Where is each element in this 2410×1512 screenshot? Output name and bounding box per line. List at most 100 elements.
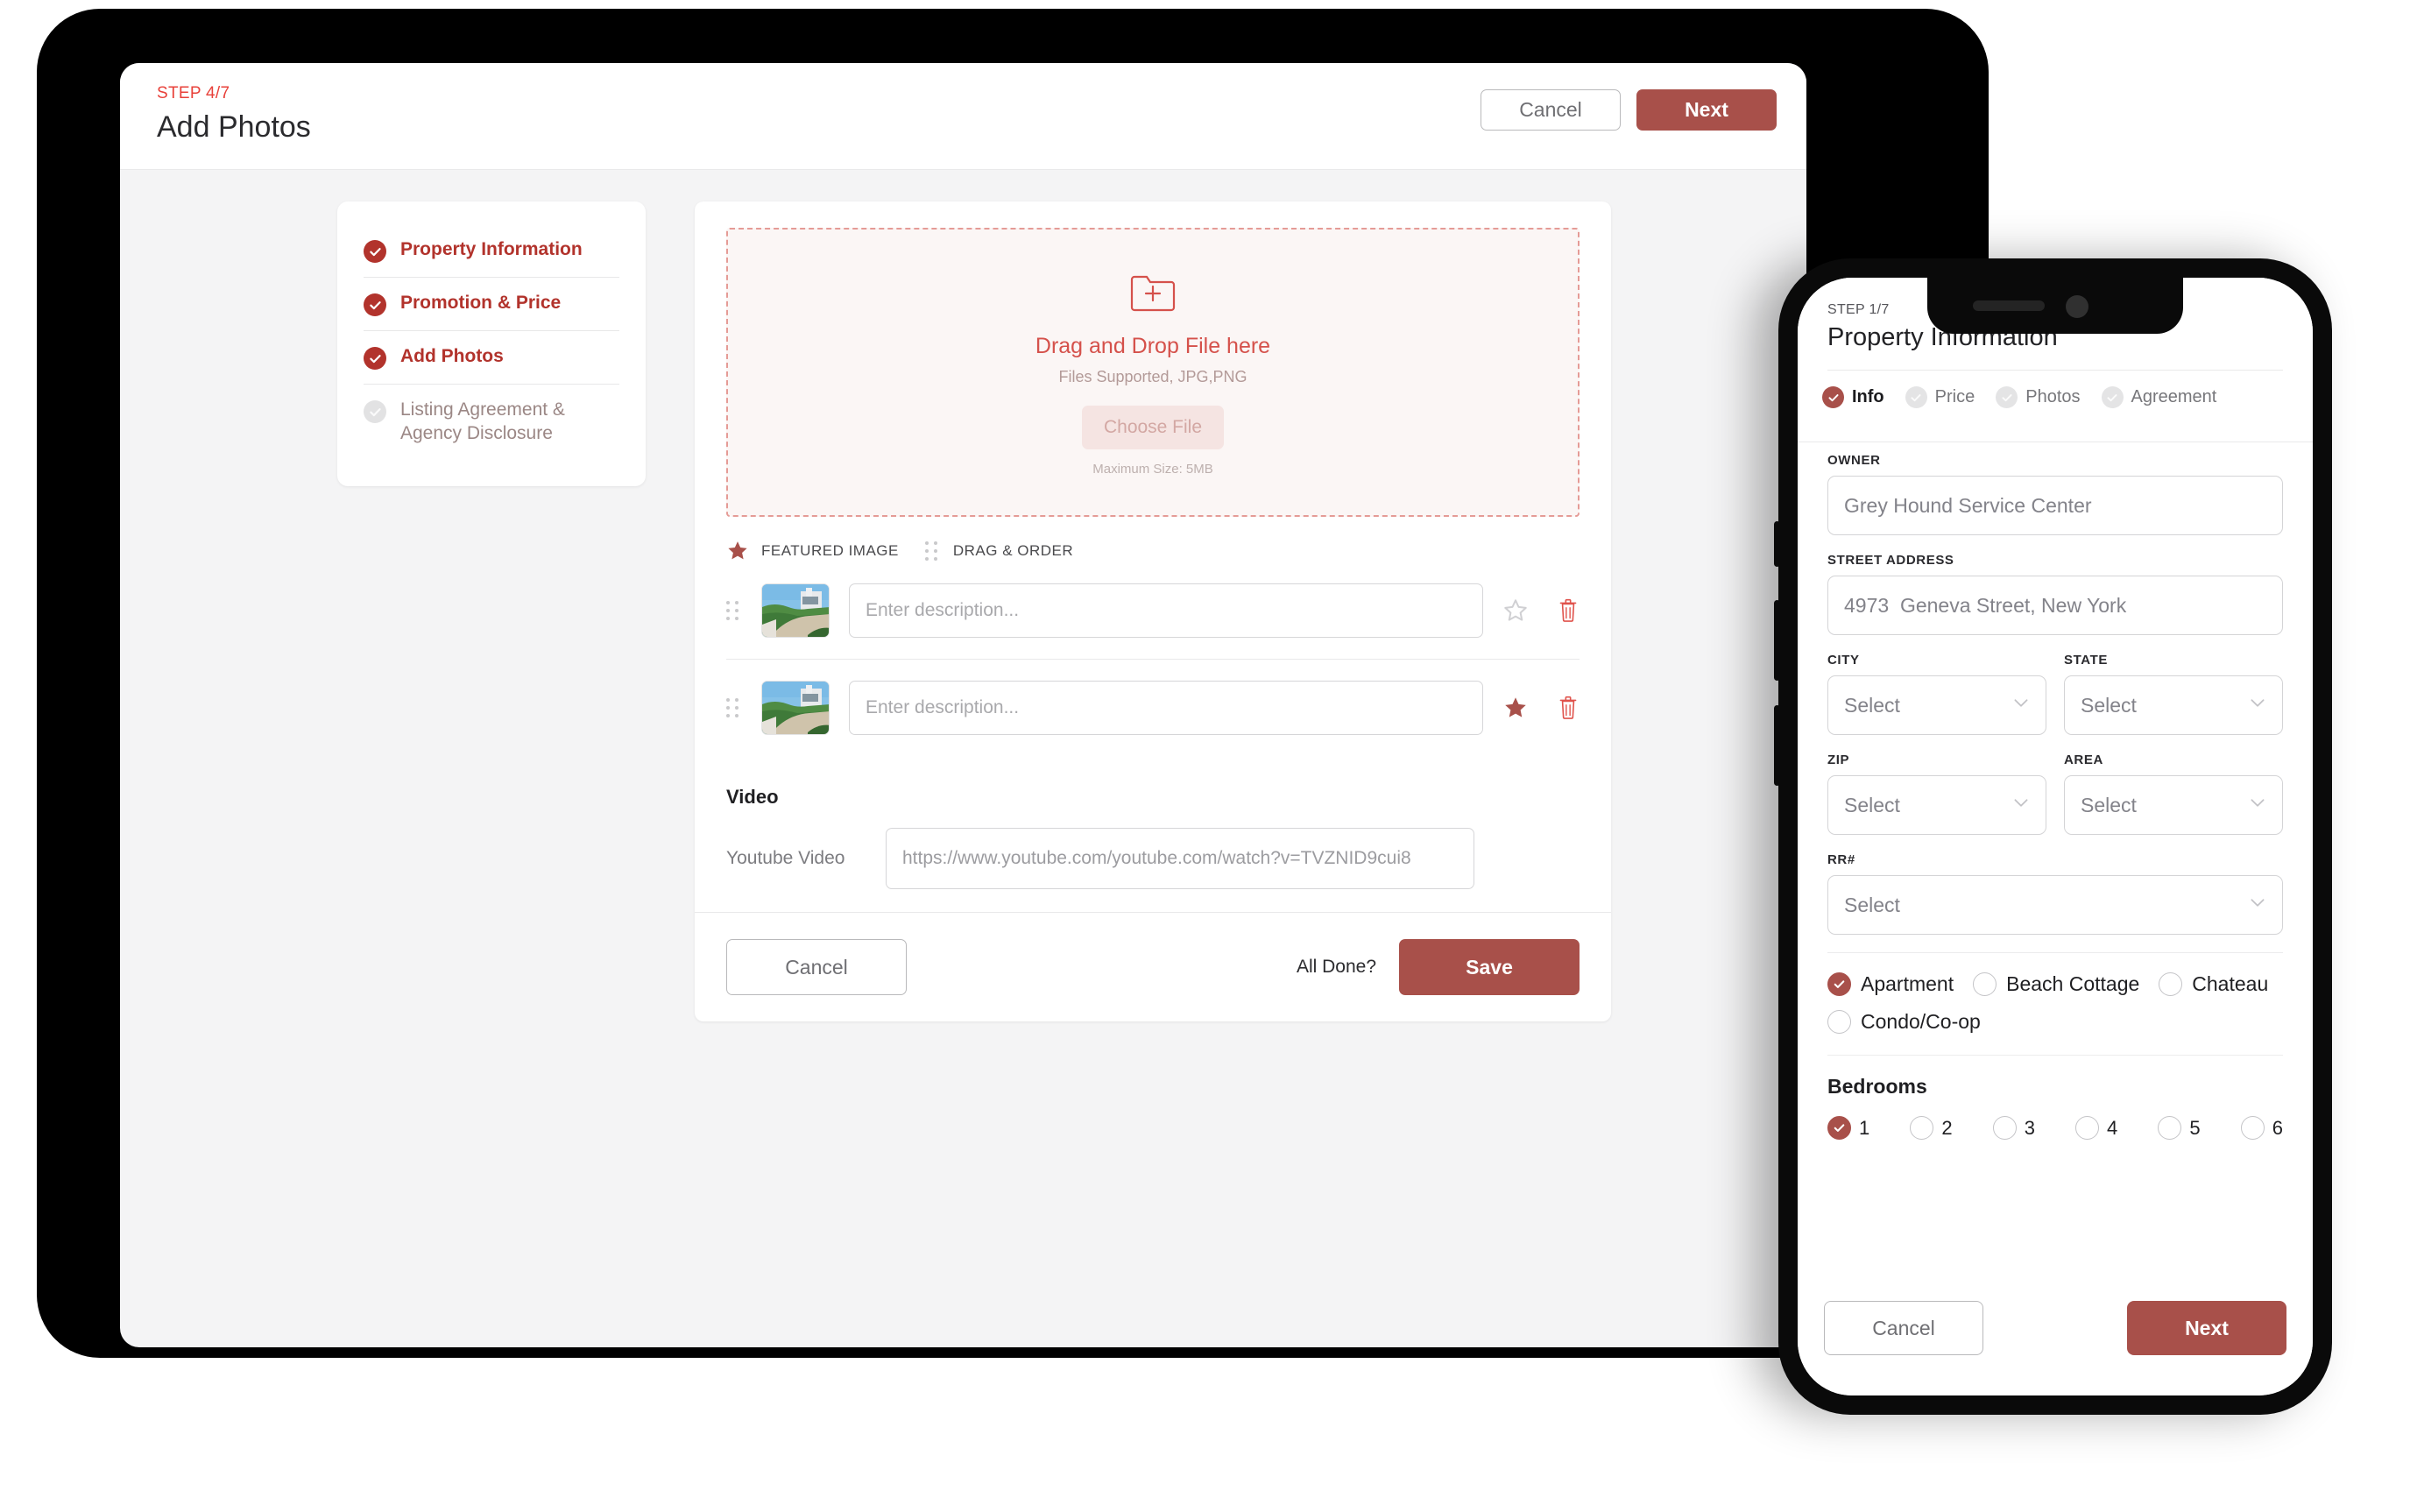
earpiece-speaker-icon xyxy=(1973,300,2045,311)
star-filled-icon[interactable] xyxy=(1502,695,1529,721)
property-type-label: Beach Cottage xyxy=(2006,972,2140,995)
phone-silence-switch xyxy=(1774,521,1780,567)
tablet-header: STEP 4/7 Add Photos Cancel Next xyxy=(120,63,1806,170)
delete-icon[interactable] xyxy=(1557,695,1580,721)
state-select[interactable] xyxy=(2064,675,2283,735)
folder-plus-icon xyxy=(1128,269,1177,318)
step-label: Promotion & Price xyxy=(400,293,562,313)
owner-input[interactable] xyxy=(1827,476,2283,535)
tablet-header-cancel-button[interactable]: Cancel xyxy=(1481,89,1621,131)
radio-unselected-icon xyxy=(1827,1010,1851,1034)
area-select[interactable] xyxy=(2064,775,2283,835)
city-field: CITY xyxy=(1827,653,2046,735)
bedrooms-option-5[interactable]: 5 xyxy=(2158,1116,2201,1140)
tablet-screen: STEP 4/7 Add Photos Cancel Next Property… xyxy=(120,63,1806,1347)
tablet-device-frame: STEP 4/7 Add Photos Cancel Next Property… xyxy=(37,9,1989,1358)
property-type-divider xyxy=(1827,952,2283,953)
panel-cancel-button[interactable]: Cancel xyxy=(726,939,907,995)
delete-icon[interactable] xyxy=(1557,597,1580,624)
check-circle-icon xyxy=(2101,386,2124,408)
photo-thumbnail[interactable] xyxy=(761,583,830,638)
state-label: STATE xyxy=(2064,653,2108,668)
bedrooms-option-6[interactable]: 6 xyxy=(2240,1116,2283,1140)
video-section-title: Video xyxy=(726,786,779,808)
step-item-property-information[interactable]: Property Information xyxy=(364,224,619,277)
tab-label: Photos xyxy=(2025,387,2081,406)
radio-unselected-icon xyxy=(1910,1116,1934,1140)
phone-tabs: Info Price Photos Agreement xyxy=(1798,371,2313,424)
rr-select[interactable] xyxy=(1827,875,2283,935)
phone-cancel-button[interactable]: Cancel xyxy=(1824,1301,1983,1355)
tab-photos[interactable]: Photos xyxy=(1996,386,2081,408)
area-field: AREA xyxy=(2064,752,2283,835)
photo-description-input[interactable] xyxy=(849,681,1483,735)
photo-thumbnail[interactable] xyxy=(761,681,830,735)
star-outline-icon[interactable] xyxy=(1502,597,1529,624)
screenshot-stage: STEP 4/7 Add Photos Cancel Next Property… xyxy=(0,0,2410,1512)
dropzone-max-size: Maximum Size: 5MB xyxy=(1092,461,1213,477)
step-label: Listing Agreement & Agency Disclosure xyxy=(400,399,565,443)
area-label: AREA xyxy=(2064,752,2103,767)
choose-file-button[interactable]: Choose File xyxy=(1082,405,1224,449)
state-field: STATE xyxy=(2064,653,2283,735)
bedrooms-option-label: 2 xyxy=(1941,1116,1953,1139)
rr-select-wrapper[interactable] xyxy=(1827,875,2283,935)
tab-price[interactable]: Price xyxy=(1905,386,1975,408)
bedrooms-option-1[interactable]: 1 xyxy=(1827,1116,1869,1140)
tablet-header-next-button[interactable]: Next xyxy=(1636,89,1777,131)
step-item-add-photos[interactable]: Add Photos xyxy=(364,330,619,384)
step-item-promotion-price[interactable]: Promotion & Price xyxy=(364,277,619,330)
radio-unselected-icon xyxy=(2240,1116,2265,1140)
photo-row xyxy=(726,659,1580,756)
step-label: Add Photos xyxy=(400,346,504,366)
phone-next-button[interactable]: Next xyxy=(2127,1301,2286,1355)
tab-label: Price xyxy=(1934,387,1975,406)
save-button[interactable]: Save xyxy=(1399,939,1580,995)
zip-label: ZIP xyxy=(1827,752,1850,767)
property-type-label: Condo/Co-op xyxy=(1861,1010,1981,1033)
city-select-wrapper[interactable] xyxy=(1827,675,2046,735)
rr-field: RR# xyxy=(1827,852,2283,935)
zip-select-wrapper[interactable] xyxy=(1827,775,2046,835)
tab-agreement[interactable]: Agreement xyxy=(2101,386,2216,408)
drag-handle-icon[interactable] xyxy=(726,698,742,717)
zip-select[interactable] xyxy=(1827,775,2046,835)
drag-handle-icon[interactable] xyxy=(726,601,742,620)
property-type-chateau[interactable]: Chateau xyxy=(2159,972,2268,996)
panel-footer: Cancel All Done? Save xyxy=(695,912,1611,1021)
property-type-beach-cottage[interactable]: Beach Cottage xyxy=(1973,972,2139,996)
photos-panel-inner: Drag and Drop File here Files Supported,… xyxy=(695,201,1611,912)
star-filled-icon xyxy=(726,540,749,562)
check-circle-icon xyxy=(364,400,386,423)
phone-notch xyxy=(1927,278,2183,334)
tablet-body: Property Information Promotion & Price A… xyxy=(120,170,1806,1021)
city-label: CITY xyxy=(1827,653,1860,668)
radio-unselected-icon xyxy=(1973,972,1997,996)
street-address-input[interactable] xyxy=(1827,576,2283,635)
zip-area-row: ZIP AREA xyxy=(1827,752,2283,852)
step-item-listing-agreement[interactable]: Listing Agreement & Agency Disclosure xyxy=(364,384,619,460)
video-section: Video Youtube Video xyxy=(726,786,1580,889)
phone-footer: Cancel Next xyxy=(1798,1283,2313,1395)
zip-field: ZIP xyxy=(1827,752,2046,835)
rr-label: RR# xyxy=(1827,852,1855,867)
check-circle-icon xyxy=(364,293,386,316)
property-type-label: Chateau xyxy=(2192,972,2269,995)
bedrooms-option-2[interactable]: 2 xyxy=(1910,1116,1953,1140)
check-circle-icon xyxy=(1822,386,1844,408)
state-select-wrapper[interactable] xyxy=(2064,675,2283,735)
tab-info[interactable]: Info xyxy=(1822,386,1884,408)
property-type-condo-coop[interactable]: Condo/Co-op xyxy=(1827,1010,1981,1034)
bedrooms-option-3[interactable]: 3 xyxy=(1992,1116,2035,1140)
area-select-wrapper[interactable] xyxy=(2064,775,2283,835)
youtube-video-input[interactable] xyxy=(886,828,1474,889)
photo-description-input[interactable] xyxy=(849,583,1483,638)
city-state-row: CITY STATE xyxy=(1827,653,2283,752)
panel-footer-right: All Done? Save xyxy=(1297,939,1580,995)
bedrooms-option-4[interactable]: 4 xyxy=(2075,1116,2117,1140)
file-dropzone[interactable]: Drag and Drop File here Files Supported,… xyxy=(726,228,1580,517)
city-select[interactable] xyxy=(1827,675,2046,735)
owner-label: OWNER xyxy=(1827,453,1881,468)
drag-handle-icon xyxy=(924,541,941,561)
property-type-apartment[interactable]: Apartment xyxy=(1827,972,1954,996)
